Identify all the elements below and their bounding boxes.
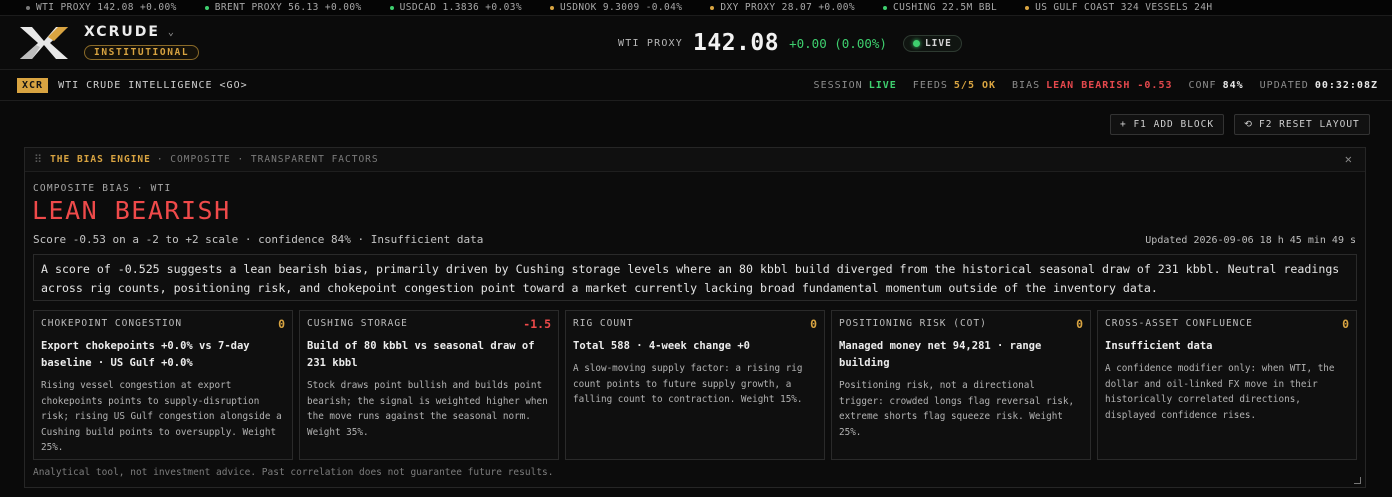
ticker-item[interactable]: CUSHING 22.5M BBL [883, 2, 997, 13]
ticker-text: USDNOK 9.3009 -0.04% [560, 2, 683, 13]
tier-badge: INSTITUTIONAL [84, 45, 200, 60]
reset-layout-button[interactable]: ⟲ F2 RESET LAYOUT [1234, 114, 1370, 135]
panel-header[interactable]: ⠿ THE BIAS ENGINE · COMPOSITE · TRANSPAR… [25, 148, 1365, 172]
factor-score: 0 [1076, 317, 1083, 331]
feeds-label: FEEDS [912, 80, 948, 91]
price-value: 142.08 [693, 30, 780, 56]
ticker-item[interactable]: WTI PROXY 142.08 +0.00% [26, 2, 177, 13]
module-title[interactable]: WTI CRUDE INTELLIGENCE <GO> [58, 80, 248, 91]
brand-block[interactable]: XCRUDE ⌄ INSTITUTIONAL [84, 24, 200, 60]
factor-title: RIG COUNT [573, 318, 634, 329]
conf-label: CONF [1188, 80, 1217, 91]
reset-icon: ⟲ [1244, 119, 1253, 130]
brand-name: XCRUDE [84, 24, 160, 40]
conf-status: CONF 84% [1189, 80, 1244, 91]
module-code-badge[interactable]: XCR [17, 77, 49, 93]
ticker-text: CUSHING 22.5M BBL [893, 2, 998, 13]
factor-headline: Build of 80 kbbl vs seasonal draw of 231… [307, 340, 535, 369]
ticker-dot-icon [389, 5, 394, 10]
layout-toolbar: + F1 ADD BLOCK ⟲ F2 RESET LAYOUT [0, 101, 1392, 146]
factor-title: CROSS-ASSET CONFLUENCE [1105, 318, 1253, 329]
live-dot-icon [912, 39, 920, 47]
ticker-text: USDCAD 1.3836 +0.03% [399, 2, 523, 13]
ticker-dot-icon [204, 5, 209, 10]
bias-value: LEAN BEARISH -0.53 [1046, 80, 1173, 91]
factor-title: CUSHING STORAGE [307, 318, 408, 329]
feeds-value: 5/5 OK [953, 80, 997, 91]
updated-value: 00:32:08Z [1314, 80, 1378, 91]
factor-score: 0 [1342, 317, 1349, 331]
disclaimer: Analytical tool, not investment advice. … [33, 467, 554, 478]
factor-card-positioning: POSITIONING RISK (COT) 0 Managed money n… [831, 310, 1091, 460]
drag-handle-icon[interactable]: ⠿ [34, 153, 42, 166]
ticker-text: WTI PROXY 142.08 +0.00% [36, 2, 177, 13]
session-label: SESSION [813, 80, 863, 91]
command-bar: XCR WTI CRUDE INTELLIGENCE <GO> SESSION L… [0, 70, 1392, 101]
ticker-item[interactable]: BRENT PROXY 56.13 +0.00% [204, 2, 362, 13]
factor-score: 0 [278, 317, 285, 331]
bias-summary: A score of -0.525 suggests a lean bearis… [33, 254, 1357, 301]
ticker-item[interactable]: USDCAD 1.3836 +0.03% [389, 2, 523, 13]
factor-card-cushing: CUSHING STORAGE -1.5 Build of 80 kbbl vs… [299, 310, 559, 460]
close-icon[interactable]: ✕ [1345, 152, 1353, 166]
factor-card-chokepoint: CHOKEPOINT CONGESTION 0 Export chokepoin… [33, 310, 293, 460]
factor-score: -1.5 [523, 317, 551, 331]
composite-label: COMPOSITE BIAS · WTI [33, 183, 172, 194]
session-value: LIVE [868, 80, 897, 91]
factor-title: CHOKEPOINT CONGESTION [41, 318, 183, 329]
ticker-dot-icon [883, 5, 888, 10]
status-strip: SESSION LIVE FEEDS 5/5 OK BIAS LEAN BEARISH… [814, 70, 1378, 101]
panel-title: THE BIAS ENGINE [50, 154, 151, 165]
factor-score: 0 [810, 317, 817, 331]
resize-handle-icon[interactable] [1354, 477, 1361, 484]
bias-label: BIAS [1012, 80, 1041, 91]
bias-engine-panel: ⠿ THE BIAS ENGINE · COMPOSITE · TRANSPAR… [24, 147, 1366, 488]
factor-headline: Total 588 · 4-week change +0 [573, 340, 751, 352]
factor-card-rig-count: RIG COUNT 0 Total 588 · 4-week change +0… [565, 310, 825, 460]
ticker-text: US GULF COAST 324 VESSELS 24H [1035, 2, 1213, 13]
live-label: LIVE [924, 37, 952, 49]
feeds-status: FEEDS 5/5 OK [913, 80, 996, 91]
bias-status: BIAS LEAN BEARISH -0.53 [1012, 80, 1172, 91]
app-header: XCRUDE ⌄ INSTITUTIONAL WTI PROXY 142.08 … [0, 16, 1392, 70]
factor-headline: Export chokepoints +0.0% vs 7-day baseli… [41, 340, 250, 369]
factor-body: Stock draws point bullish and builds poi… [307, 380, 548, 438]
factor-body: A slow-moving supply factor: a rising ri… [573, 363, 803, 405]
ticker-dot-icon [710, 5, 715, 10]
score-line: Score -0.53 on a -2 to +2 scale · confid… [33, 233, 484, 246]
price-change: +0.00 (0.00%) [789, 35, 887, 51]
bias-headline: LEAN BEARISH [32, 196, 231, 225]
add-block-label: + F1 ADD BLOCK [1120, 119, 1215, 130]
updated-label: UPDATED [1259, 80, 1309, 91]
ticker-item[interactable]: USDNOK 9.3009 -0.04% [550, 2, 682, 13]
market-ticker: WTI PROXY 142.08 +0.00% BRENT PROXY 56.1… [0, 0, 1392, 16]
price-label: WTI PROXY [618, 37, 683, 49]
updated-status: UPDATED 00:32:08Z [1260, 80, 1378, 91]
live-indicator: LIVE [902, 34, 962, 52]
ticker-dot-icon [26, 5, 30, 10]
reset-layout-label: F2 RESET LAYOUT [1258, 119, 1360, 130]
ticker-text: BRENT PROXY 56.13 +0.00% [214, 2, 362, 13]
panel-subtitle: · COMPOSITE · TRANSPARENT FACTORS [156, 154, 379, 165]
factor-headline: Managed money net 94,281 · range buildin… [839, 340, 1042, 369]
factor-headline: Insufficient data [1105, 340, 1213, 352]
ticker-item[interactable]: DXY PROXY 28.07 +0.00% [710, 2, 855, 13]
chevron-down-icon[interactable]: ⌄ [168, 27, 174, 38]
factor-title: POSITIONING RISK (COT) [839, 318, 987, 329]
session-status: SESSION LIVE [814, 80, 897, 91]
factor-body: Rising vessel congestion at export choke… [41, 380, 282, 453]
conf-value: 84% [1222, 80, 1244, 91]
xcrude-logo-icon[interactable] [18, 25, 70, 61]
factor-body: A confidence modifier only: when WTI, th… [1105, 363, 1335, 421]
ticker-text: DXY PROXY 28.07 +0.00% [720, 2, 856, 13]
ticker-dot-icon [550, 5, 555, 10]
price-block: WTI PROXY 142.08 +0.00 (0.00%) LIVE [618, 30, 962, 56]
updated-timestamp: Updated 2026-09-06 18 h 45 min 49 s [1145, 235, 1356, 246]
factor-body: Positioning risk, not a directional trig… [839, 380, 1075, 438]
add-block-button[interactable]: + F1 ADD BLOCK [1110, 114, 1225, 135]
ticker-item[interactable]: US GULF COAST 324 VESSELS 24H [1025, 2, 1212, 13]
factor-cards: CHOKEPOINT CONGESTION 0 Export chokepoin… [33, 310, 1357, 460]
ticker-dot-icon [1025, 5, 1030, 10]
factor-card-cross-asset: CROSS-ASSET CONFLUENCE 0 Insufficient da… [1097, 310, 1357, 460]
